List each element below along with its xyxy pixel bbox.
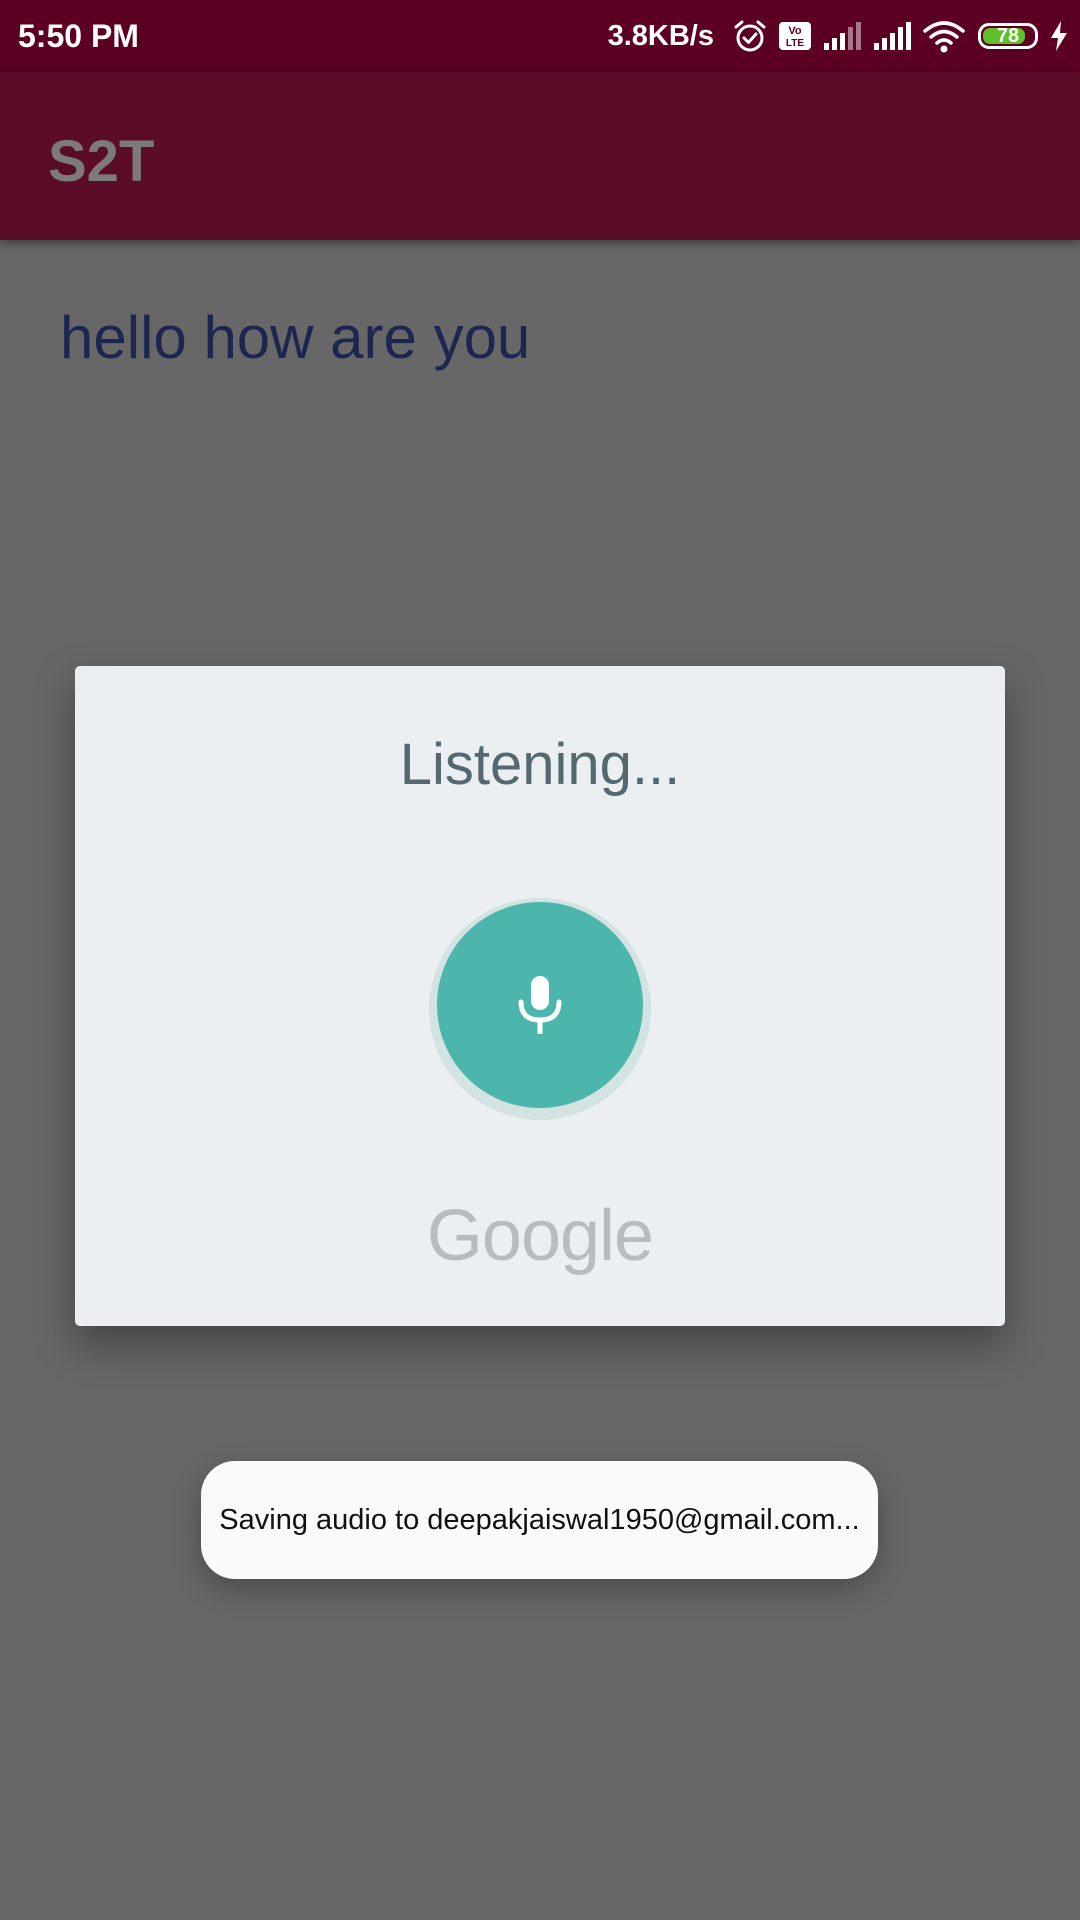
charging-icon <box>1051 21 1067 51</box>
volte-icon: Vo LTE <box>779 22 811 50</box>
transcript-text: hello how are you <box>60 304 531 371</box>
signal-icon <box>874 22 911 50</box>
microphone-button[interactable] <box>437 902 643 1108</box>
status-icons: 3.8KB/s Vo LTE 78 <box>608 14 1070 58</box>
toast-message: Saving audio to deepakjaiswal1950@gmail.… <box>219 1504 860 1536</box>
alarm-icon <box>734 20 766 52</box>
dialog-title: Listening... <box>399 732 681 797</box>
signal-icon <box>824 22 861 50</box>
svg-text:LTE: LTE <box>786 38 804 49</box>
google-logo: Google <box>426 1196 654 1276</box>
microphone-icon <box>518 976 562 1034</box>
battery-icon: 78 <box>978 23 1038 49</box>
screen: 5:50 PM 3.8KB/s Vo LTE 78 S2T hello how … <box>0 0 1080 1920</box>
network-speed: 3.8KB/s <box>607 19 714 52</box>
status-time: 5:50 PM <box>18 18 139 54</box>
toast-notification: Saving audio to deepakjaiswal1950@gmail.… <box>201 1461 878 1579</box>
battery-level: 78 <box>996 25 1020 47</box>
wifi-icon <box>923 21 965 53</box>
svg-text:Vo: Vo <box>788 25 802 37</box>
app-bar: S2T <box>0 72 1080 240</box>
app-title: S2T <box>48 129 155 194</box>
speech-recognition-dialog: Listening... Google <box>75 666 1005 1326</box>
status-bar: 5:50 PM 3.8KB/s Vo LTE 78 <box>0 0 1080 72</box>
